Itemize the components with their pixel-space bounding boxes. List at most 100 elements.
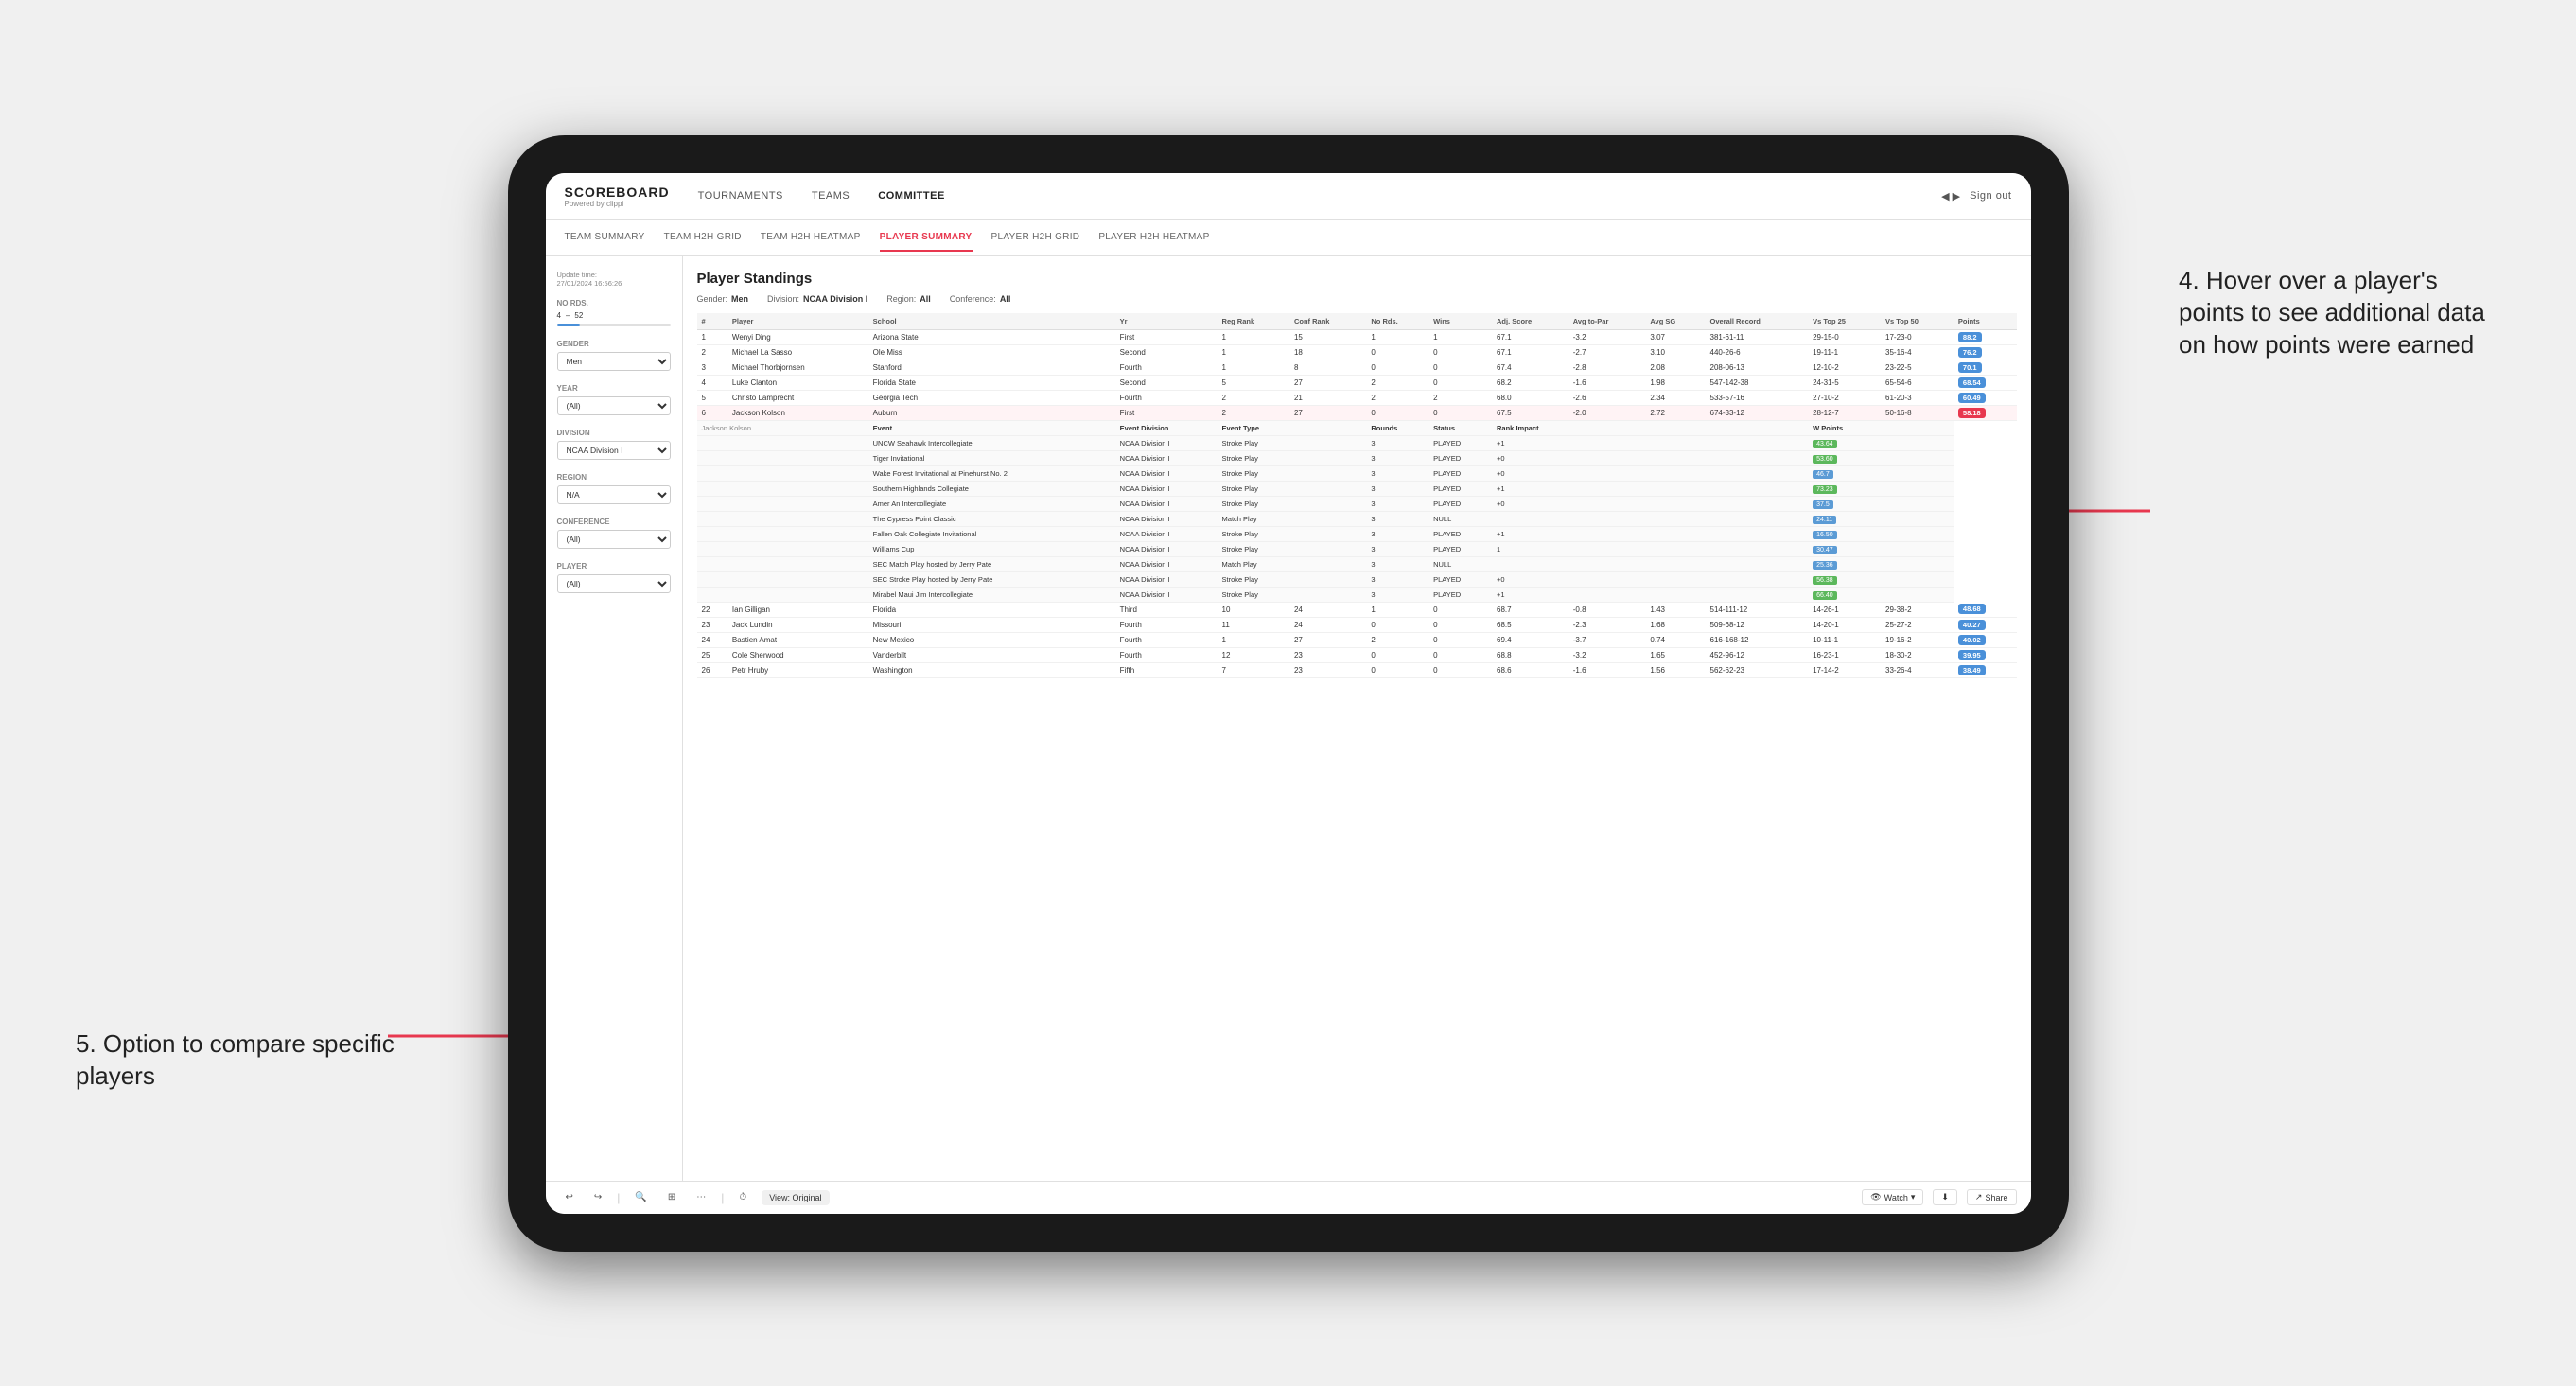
rank-26: 26 bbox=[697, 662, 727, 677]
player-select[interactable]: (All) bbox=[557, 574, 671, 593]
event-rounds-2: 3 bbox=[1366, 450, 1428, 465]
redo-button[interactable]: ↪ bbox=[588, 1189, 607, 1205]
filter-region: Region: All bbox=[886, 294, 931, 304]
event-wp-3: 46.7 bbox=[1808, 465, 1954, 481]
conf-23: 24 bbox=[1289, 617, 1366, 632]
wins-24: 0 bbox=[1428, 632, 1492, 647]
event-wp-8: 30.47 bbox=[1808, 541, 1954, 556]
vs25-3: 12-10-2 bbox=[1808, 360, 1881, 375]
subnav-player-summary[interactable]: PLAYER SUMMARY bbox=[880, 224, 973, 252]
col-conf-rank: Conf Rank bbox=[1289, 313, 1366, 330]
wins-25: 0 bbox=[1428, 647, 1492, 662]
points-25[interactable]: 39.95 bbox=[1954, 647, 2017, 662]
wins-3: 0 bbox=[1428, 360, 1492, 375]
player-23: Jack Lundin bbox=[727, 617, 868, 632]
nords-26: 0 bbox=[1366, 662, 1428, 677]
conf-24: 27 bbox=[1289, 632, 1366, 647]
table-row: 25 Cole Sherwood Vanderbilt Fourth 12 23… bbox=[697, 647, 2017, 662]
division-label: Division bbox=[557, 429, 671, 437]
event-name-6: The Cypress Point Classic bbox=[868, 511, 1115, 526]
gender-select[interactable]: Men Women bbox=[557, 352, 671, 371]
event-type-10: Stroke Play bbox=[1218, 571, 1367, 587]
points-23[interactable]: 40.27 bbox=[1954, 617, 2017, 632]
reg-5: 2 bbox=[1218, 390, 1289, 405]
watch-button[interactable]: 👁 Watch ▾ bbox=[1862, 1189, 1923, 1205]
school-22: Florida bbox=[868, 602, 1115, 617]
sign-out-link[interactable]: Sign out bbox=[1970, 185, 2011, 206]
points-2[interactable]: 76.2 bbox=[1954, 344, 2017, 360]
subnav-player-h2h-grid[interactable]: PLAYER H2H GRID bbox=[991, 224, 1080, 252]
list-item: The Cypress Point Classic NCAA Division … bbox=[697, 511, 2017, 526]
event-wp-10: 56.38 bbox=[1808, 571, 1954, 587]
nav-tournaments[interactable]: TOURNAMENTS bbox=[698, 185, 783, 206]
nords-1: 1 bbox=[1366, 329, 1428, 344]
settings-button[interactable]: ⋯ bbox=[691, 1189, 711, 1205]
share-button[interactable]: ↗ Share bbox=[1967, 1189, 2017, 1205]
year-select[interactable]: (All) bbox=[557, 396, 671, 415]
points-24[interactable]: 40.02 bbox=[1954, 632, 2017, 647]
vs50-26: 33-26-4 bbox=[1881, 662, 1954, 677]
subnav-team-summary[interactable]: TEAM SUMMARY bbox=[565, 224, 645, 252]
content-area: Player Standings Gender: Men Division: N… bbox=[683, 256, 2031, 1181]
annotation-right: 4. Hover over a player's points to see a… bbox=[2179, 265, 2500, 360]
logo-area: SCOREBOARD Powered by clippi bbox=[565, 184, 670, 208]
rank-24: 24 bbox=[697, 632, 727, 647]
undo-button[interactable]: ↩ bbox=[560, 1189, 579, 1205]
rank-3: 3 bbox=[697, 360, 727, 375]
par-4: -1.6 bbox=[1568, 375, 1646, 390]
points-4[interactable]: 68.54 bbox=[1954, 375, 2017, 390]
table-row: 22 Ian Gilligan Florida Third 10 24 1 0 … bbox=[697, 602, 2017, 617]
event-div-10: NCAA Division I bbox=[1115, 571, 1218, 587]
adj-2: 67.1 bbox=[1492, 344, 1568, 360]
overall-5: 533-57-16 bbox=[1706, 390, 1809, 405]
filter-division: Division: NCAA Division I bbox=[767, 294, 867, 304]
points-1[interactable]: 88.2 bbox=[1954, 329, 2017, 344]
nav-teams[interactable]: TEAMS bbox=[812, 185, 850, 206]
watch-chevron: ▾ bbox=[1911, 1192, 1916, 1202]
subnav-team-h2h-heatmap[interactable]: TEAM H2H HEATMAP bbox=[761, 224, 861, 252]
points-3[interactable]: 70.1 bbox=[1954, 360, 2017, 375]
ei-2 bbox=[697, 450, 868, 465]
overall-22: 514-111-12 bbox=[1706, 602, 1809, 617]
range-slider[interactable] bbox=[557, 324, 671, 326]
event-col-event: Event bbox=[868, 420, 1115, 435]
nav-committee[interactable]: COMMITTEE bbox=[878, 185, 945, 206]
zoom-out-button[interactable]: 🔍 bbox=[629, 1189, 652, 1205]
col-avg-par: Avg to-Par bbox=[1568, 313, 1646, 330]
conference-select[interactable]: (All) bbox=[557, 530, 671, 549]
points-22[interactable]: 48.68 bbox=[1954, 602, 2017, 617]
view-original-button[interactable]: View: Original bbox=[762, 1190, 829, 1205]
points-26[interactable]: 38.49 bbox=[1954, 662, 2017, 677]
col-vs50: Vs Top 50 bbox=[1881, 313, 1954, 330]
nords-23: 0 bbox=[1366, 617, 1428, 632]
nords-22: 1 bbox=[1366, 602, 1428, 617]
yr-26: Fifth bbox=[1115, 662, 1218, 677]
subnav-team-h2h-grid[interactable]: TEAM H2H GRID bbox=[664, 224, 742, 252]
event-name-10: SEC Stroke Play hosted by Jerry Pate bbox=[868, 571, 1115, 587]
download-button[interactable]: ⬇ bbox=[1933, 1189, 1957, 1205]
no-rds-min: 4 bbox=[557, 311, 561, 320]
division-select[interactable]: NCAA Division I bbox=[557, 441, 671, 460]
adj-23: 68.5 bbox=[1492, 617, 1568, 632]
event-col-division: Event Division bbox=[1115, 420, 1218, 435]
nords-25: 0 bbox=[1366, 647, 1428, 662]
logo-title: SCOREBOARD bbox=[565, 184, 670, 200]
copy-button[interactable]: ⊞ bbox=[662, 1189, 681, 1205]
points-5[interactable]: 60.49 bbox=[1954, 390, 2017, 405]
ei-10 bbox=[697, 571, 868, 587]
yr-3: Fourth bbox=[1115, 360, 1218, 375]
conf-4: 27 bbox=[1289, 375, 1366, 390]
player-25: Cole Sherwood bbox=[727, 647, 868, 662]
sidebar-division: Division NCAA Division I bbox=[557, 429, 671, 460]
clock-button[interactable]: ⏱ bbox=[733, 1189, 752, 1205]
points-6[interactable]: 58.18 bbox=[1954, 405, 2017, 420]
subnav-player-h2h-heatmap[interactable]: PLAYER H2H HEATMAP bbox=[1098, 224, 1209, 252]
event-wp-11: 66.40 bbox=[1808, 587, 1954, 602]
event-wp-7: 16.50 bbox=[1808, 526, 1954, 541]
eye-icon: 👁 bbox=[1870, 1192, 1881, 1202]
yr-23: Fourth bbox=[1115, 617, 1218, 632]
region-select[interactable]: N/A All bbox=[557, 485, 671, 504]
event-rounds-5: 3 bbox=[1366, 496, 1428, 511]
wins-22: 0 bbox=[1428, 602, 1492, 617]
yr-25: Fourth bbox=[1115, 647, 1218, 662]
